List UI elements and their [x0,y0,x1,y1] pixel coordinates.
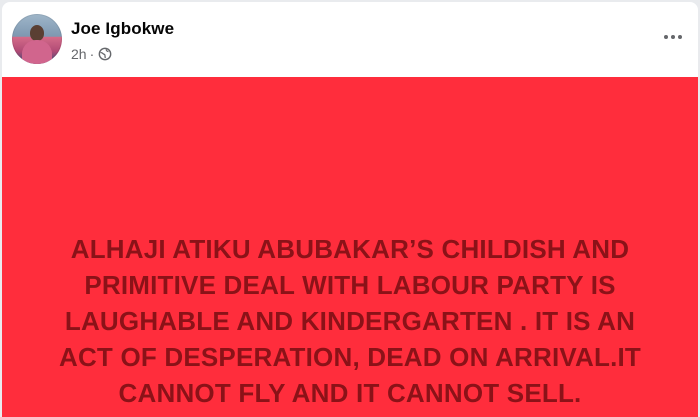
post-text-line: LAUGHABLE AND KINDERGARTEN . IT IS AN [64,306,636,336]
facebook-post-card: Joe Igbokwe 2h · ALHAJI ATIKU ABUBAKAR’S… [2,2,698,417]
author-name[interactable]: Joe Igbokwe [71,19,174,39]
post-text-line: PRIMITIVE DEAL WITH LABOUR PARTY IS [84,270,616,300]
globe-icon[interactable] [98,47,112,61]
avatar-body-shape [22,40,52,64]
post-timestamp[interactable]: 2h [71,46,87,62]
post-header: Joe Igbokwe 2h · [2,2,698,77]
post-meta: 2h · [71,46,112,62]
more-options-dot [678,35,682,39]
avatar-head-shape [30,25,44,41]
meta-separator: · [89,46,95,62]
post-text-line: CANNOT FLY AND IT CANNOT SELL. [118,378,582,408]
more-options-dot [664,35,668,39]
post-background-banner: ALHAJI ATIKU ABUBAKAR’S CHILDISH AND PRI… [2,77,698,417]
more-options-button[interactable] [660,26,686,48]
more-options-dot [671,35,675,39]
author-avatar[interactable] [12,14,62,64]
post-text-line: ALHAJI ATIKU ABUBAKAR’S CHILDISH AND [70,234,630,264]
page: Joe Igbokwe 2h · ALHAJI ATIKU ABUBAKAR’S… [0,0,700,417]
post-text-line: ACT OF DESPERATION, DEAD ON ARRIVAL.IT [58,342,641,372]
post-text: ALHAJI ATIKU ABUBAKAR’S CHILDISH AND PRI… [2,231,698,411]
